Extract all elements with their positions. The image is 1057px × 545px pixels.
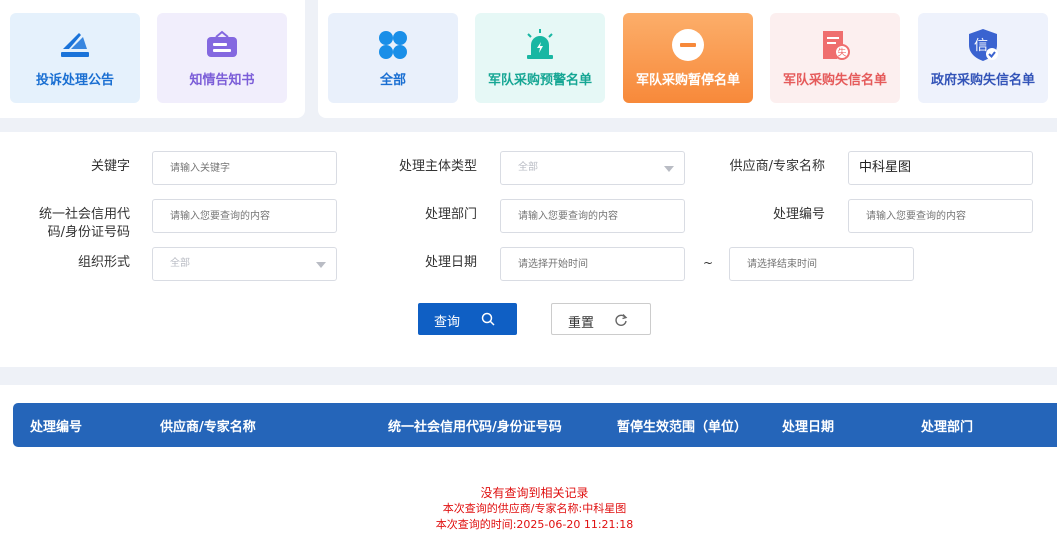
card-label: 知情告知书 (189, 73, 255, 88)
card-label: 投诉处理公告 (35, 73, 114, 88)
keyword-label: 关键字 (90, 159, 130, 174)
credit-code-label-line-1: 统一社会信用代 (38, 207, 130, 222)
query-button-label: 查询 (434, 315, 461, 330)
svg-text:失: 失 (837, 47, 846, 59)
shield-credit-icon: 信 (969, 29, 998, 61)
org-form-label: 组织形式 (77, 255, 130, 270)
number-input[interactable] (848, 199, 1033, 233)
card-label: 全部 (379, 73, 406, 88)
category-panel-left: 投诉处理公告 知情告知书 (0, 0, 305, 118)
number-label: 处理编号 (772, 207, 825, 222)
subject-type-value: 全部 (518, 162, 538, 173)
query-button[interactable]: 查询 (418, 303, 517, 335)
credit-code-label-line-2: 码/身份证号码 (47, 225, 130, 240)
card-military-dishonest-list[interactable]: 失 军队采购失信名单 (770, 13, 900, 103)
card-label: 军队采购暂停名单 (635, 73, 740, 88)
org-form-select[interactable]: 全部 (152, 247, 337, 281)
org-form-value: 全部 (170, 258, 190, 269)
card-all[interactable]: 全部 (328, 13, 458, 103)
column-header: 供应商/专家名称 (160, 420, 256, 435)
query-supplier-message: 本次查询的供应商/专家名称:中科星图 (442, 502, 627, 515)
card-notice-letter[interactable]: 知情告知书 (157, 13, 287, 103)
category-panel-right: 全部 军队采购预警名单 军队采购暂停名单 失 军队采购失信名单 信 政府采购失信… (318, 0, 1057, 118)
no-records-message: 没有查询到相关记录 (480, 486, 589, 500)
dishonest-document-icon: 失 (823, 31, 850, 60)
credit-code-input[interactable] (152, 199, 337, 233)
card-label: 政府采购失信名单 (930, 73, 1035, 88)
column-header: 暂停生效范围（单位） (617, 420, 748, 435)
query-time-message: 本次查询的时间:2025-06-20 11:21:18 (435, 518, 634, 531)
refresh-icon (615, 314, 628, 326)
card-complaint-notice[interactable]: 投诉处理公告 (10, 13, 140, 103)
search-icon (481, 312, 495, 326)
supplier-input[interactable]: 中科星图 (848, 151, 1033, 185)
dept-label: 处理部门 (424, 207, 477, 222)
card-military-suspension-list[interactable]: 军队采购暂停名单 (623, 13, 753, 103)
credit-code-label: 统一社会信用代 码/身份证号码 (20, 206, 130, 242)
dept-input[interactable] (500, 199, 685, 233)
subject-type-select[interactable]: 全部 (500, 151, 685, 185)
notice-board-icon (207, 30, 237, 57)
supplier-value: 中科星图 (859, 160, 912, 175)
minus-circle-icon (672, 29, 704, 61)
alarm-light-icon (527, 29, 553, 59)
subject-type-label: 处理主体类型 (398, 159, 477, 174)
card-military-warning-list[interactable]: 军队采购预警名单 (475, 13, 605, 103)
card-government-dishonest-list[interactable]: 信 政府采购失信名单 (918, 13, 1048, 103)
four-leaf-icon (379, 31, 407, 59)
date-label: 处理日期 (424, 255, 477, 270)
date-start-input[interactable] (500, 247, 685, 281)
reset-button-label: 重置 (568, 316, 595, 331)
column-header: 统一社会信用代码/身份证号码 (388, 420, 562, 435)
column-header: 处理编号 (30, 420, 83, 435)
reset-button[interactable]: 重置 (551, 303, 651, 335)
supplier-label: 供应商/专家名称 (729, 159, 825, 174)
date-separator: ~ (703, 256, 714, 270)
card-label: 军队采购失信名单 (782, 73, 887, 88)
column-header: 处理日期 (782, 420, 835, 435)
table-header: 处理编号 供应商/专家名称 统一社会信用代码/身份证号码 暂停生效范围（单位） … (13, 403, 1057, 447)
card-label: 军队采购预警名单 (487, 73, 592, 88)
svg-text:信: 信 (974, 38, 988, 54)
keyword-input[interactable] (152, 151, 337, 185)
column-header: 处理部门 (921, 420, 974, 435)
date-end-input[interactable] (729, 247, 914, 281)
megaphone-icon (61, 33, 89, 57)
